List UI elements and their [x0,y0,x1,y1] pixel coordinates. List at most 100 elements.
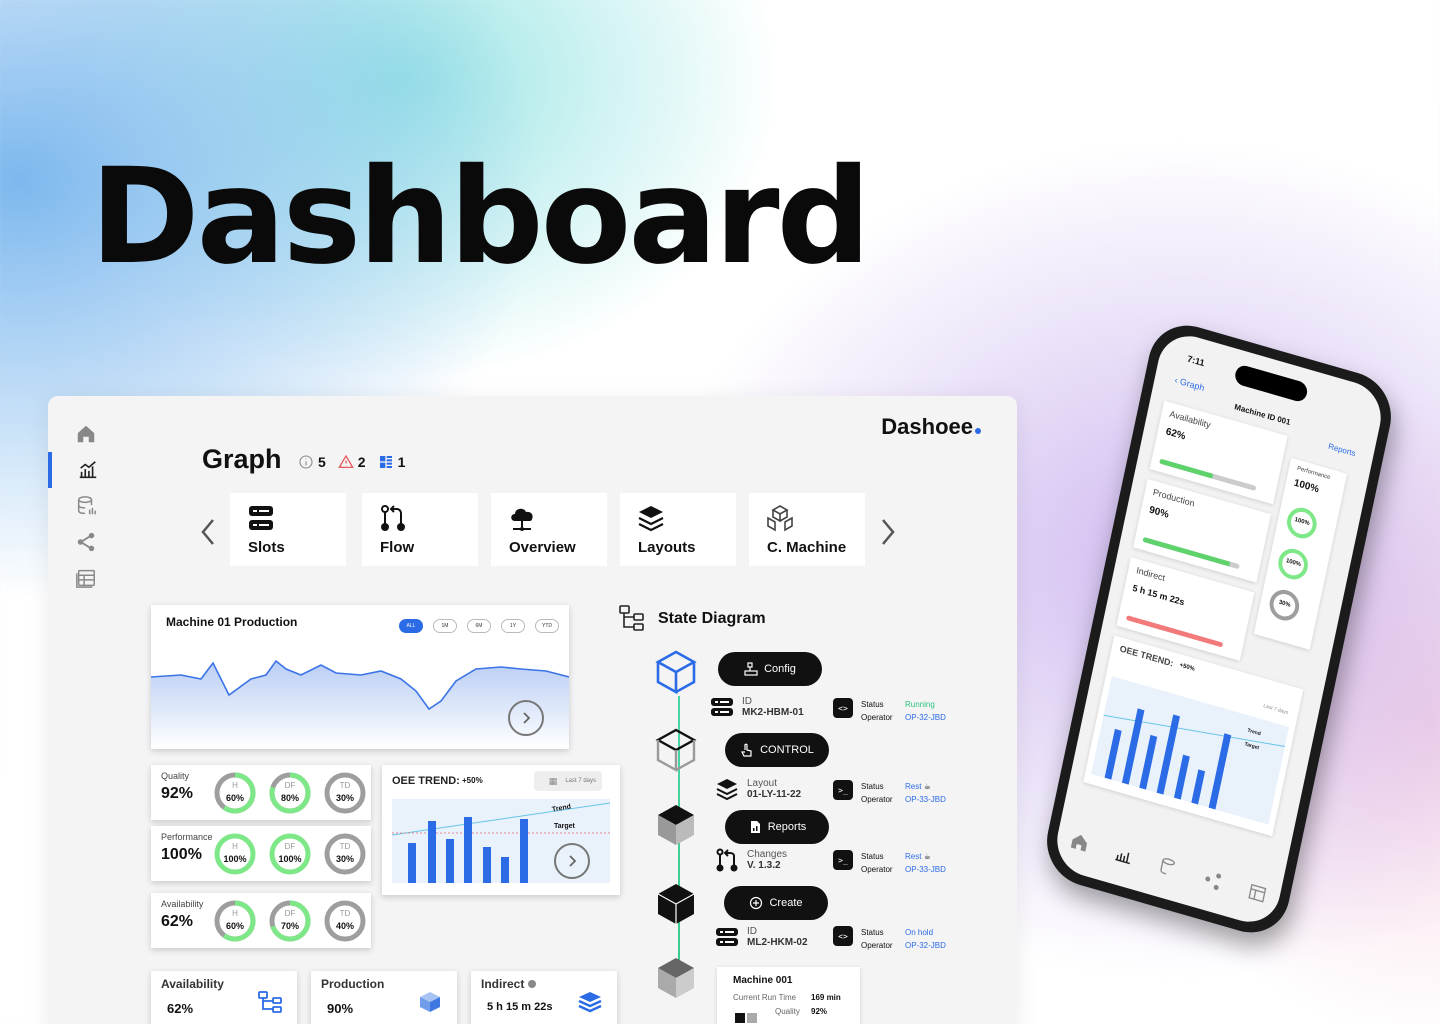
dashboard-window: Dashoee Graph 5 2 1 Slots Flow Overview … [48,396,1017,1024]
tile-flow[interactable]: Flow [362,493,478,566]
coffee-icon: ☕ [923,782,931,791]
ring-td: TD 30% [323,771,367,815]
phone-ring-df: 100% [1274,544,1311,584]
table-icon[interactable] [1245,881,1268,906]
oee-next-button[interactable] [554,843,590,879]
kpi-value: 5 h 15 m 22s [487,1001,553,1013]
reports-button[interactable]: Reports [725,810,829,844]
quality-label: Quality [775,1007,800,1016]
machine-card[interactable]: Machine 001 Current Run Time 169 min Qua… [717,967,860,1024]
database-icon[interactable] [1157,855,1180,880]
range-1y-button[interactable]: 1Y [501,619,525,633]
tile-layouts[interactable]: Layouts [620,493,736,566]
phone-mockup: 7:11 ‹ Graph Machine ID 001 Reports Avai… [1039,315,1399,944]
ring-df: DF 70% [268,899,312,943]
range-all-button[interactable]: ALL [399,619,423,633]
cube-icon-box [658,958,694,998]
terminal-icon: >_ [833,780,853,800]
sidebar-item-table[interactable] [48,560,124,596]
range-6m-button[interactable]: 6M [467,619,491,633]
chevron-right-icon [523,712,531,724]
run-time-value: 169 min [811,993,841,1002]
control-button[interactable]: CONTROL [725,733,829,767]
cube-icon-solid [658,805,694,845]
production-area-chart [151,659,569,749]
kpi-card-indirect: Indirect 5 h 15 m 22s [471,971,617,1024]
tile-label: Overview [509,539,576,556]
brand-logo: Dashoee [881,414,981,440]
state-row-3-info: Changes V. 1.3.2 [715,848,787,872]
header-badges: 5 2 1 [298,454,405,470]
oee-trend-card: OEE TREND: +50% ▦ Last 7 days Trend Targ… [382,765,620,895]
sidebar-item-home[interactable] [48,416,124,452]
chart-icon[interactable] [1112,842,1135,867]
phone-time: 7:11 [1186,353,1206,369]
chevron-left-icon [201,519,214,545]
hero-title: Dashboard [90,140,871,294]
range-selector: ALL 1M 6M 1Y YTD [399,619,559,633]
server-icon [249,506,273,530]
table-icon [76,569,95,588]
quality-value: 92% [811,1007,828,1016]
kpi-label: Availability [161,977,224,991]
ring-df: DF 80% [268,771,312,815]
tile-overview[interactable]: Overview [491,493,607,566]
metric-value: 62% [161,913,194,930]
kpi-label: Indirect [481,977,536,991]
home-icon[interactable] [1068,830,1091,855]
range-1m-button[interactable]: 1M [433,619,457,633]
cube-icon-black [657,884,695,924]
sidebar-item-share[interactable] [48,524,124,560]
warning-icon [338,454,354,468]
metric-label: Quality [161,771,190,781]
date-range-picker[interactable]: ▦ Last 7 days [534,771,602,791]
tile-slots[interactable]: Slots [230,493,346,566]
grid-icon [379,456,392,468]
sidebar-item-graph[interactable] [48,452,124,488]
phone-reports-link[interactable]: Reports [1327,442,1356,459]
share-icon [77,532,95,552]
cubes-icon [767,505,793,532]
target-label: Target [554,823,575,830]
kpi-value: 62% [167,1001,194,1016]
production-chart-card: Machine 01 Production ALL 1M 6M 1Y YTD [151,605,569,749]
kpi-label: Production [321,977,385,991]
create-button[interactable]: Create [724,886,828,920]
metric-value: 92% [161,785,194,802]
metric-label: Availability [161,899,204,909]
tile-c-machine[interactable]: C. Machine [749,493,865,566]
stack-icon [578,992,602,1013]
state-row-1-info: ID MK2-HBM-01 [710,695,804,719]
phone-back-button[interactable]: ‹ Graph [1174,375,1205,393]
chart-icon [79,461,97,479]
calendar-icon: ▦ [548,775,558,786]
server-icon [716,928,738,946]
code-icon: <> [833,698,853,718]
config-button[interactable]: Config [718,652,822,686]
info-badge[interactable]: 5 [298,454,326,470]
tile-label: C. Machine [767,539,847,556]
legend-swatch-gray [747,1013,757,1023]
phone-oee-card: OEE TREND: +50% Last 7 days Trend Target [1083,635,1304,837]
chart-next-button[interactable] [508,700,544,736]
ring-td: TD 30% [323,832,367,876]
metric-card-quality: Quality 92% H 60% DF 80% TD 30% [151,765,371,820]
layers-icon [716,779,738,801]
dynamic-island [1233,363,1309,404]
tiles-next-button[interactable] [876,514,900,550]
tile-label: Slots [248,539,285,556]
home-icon [77,425,95,443]
sidebar-item-database[interactable] [48,488,124,524]
ring-h: H 60% [213,771,257,815]
state-row-2-status: >_ Status Rest ☕ Operator OP-33-JBD [833,780,946,806]
tiles-prev-button[interactable] [196,514,220,550]
share-icon[interactable] [1201,868,1224,893]
terminal-icon: >_ [833,850,853,870]
kpi-value: 90% [327,1001,354,1016]
ring-h: H 100% [213,832,257,876]
range-ytd-button[interactable]: YTD [535,619,559,633]
state-row-1-status: <> Status Running Operator OP-32-JBD [833,698,946,724]
code-icon: <> [833,926,853,946]
warning-badge[interactable]: 2 [338,454,366,470]
grid-badge[interactable]: 1 [378,454,405,470]
